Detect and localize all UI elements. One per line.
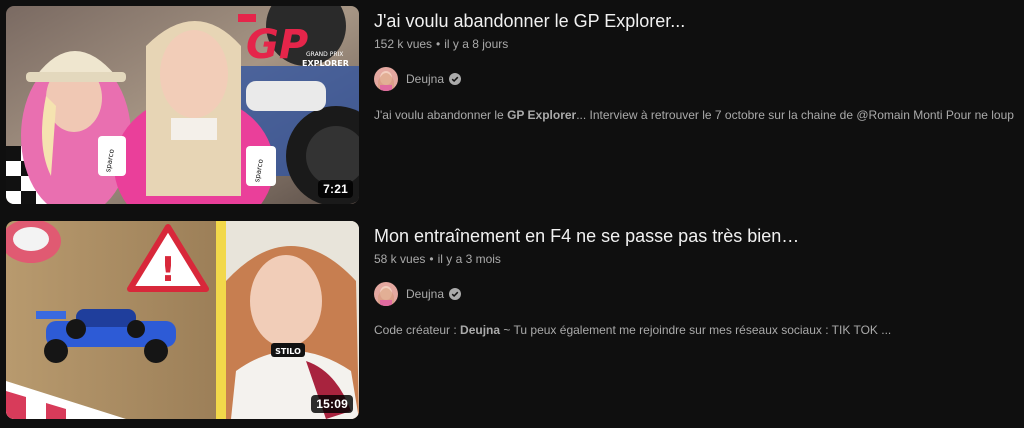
video-meta: Mon entraînement en F4 ne se passe pas t… (374, 221, 1014, 419)
video-description: Code créateur : Deujna ~ Tu peux égaleme… (374, 321, 1014, 339)
description-text: Code créateur : (374, 323, 461, 337)
svg-text:!: ! (160, 250, 176, 290)
channel-info: Deujna (374, 282, 1014, 306)
channel-name[interactable]: Deujna (406, 72, 444, 86)
stats-separator: • (436, 37, 441, 51)
stats-separator: • (429, 252, 434, 266)
description-text: J'ai voulu abandonner le (374, 108, 508, 122)
description-highlight: Deujna (460, 323, 501, 337)
video-thumbnail[interactable]: sparco sparco GP GRAND PRIX EXPLORER 7:2… (6, 6, 359, 204)
video-stats: 58 k vues • il y a 3 mois (374, 251, 1014, 267)
description-text: ... Interview à retrouver le 7 octobre s… (576, 108, 1014, 122)
video-stats: 152 k vues • il y a 8 jours (374, 36, 1014, 52)
thumbnail-image: sparco sparco GP GRAND PRIX EXPLORER (6, 6, 359, 204)
video-title[interactable]: Mon entraînement en F4 ne se passe pas t… (374, 224, 1014, 248)
description-text: ~ Tu peux également me rejoindre sur mes… (500, 323, 892, 337)
video-thumbnail[interactable]: ! STILO 15:09 (6, 221, 359, 419)
search-results: sparco sparco GP GRAND PRIX EXPLORER 7:2… (0, 0, 1024, 428)
video-result: sparco sparco GP GRAND PRIX EXPLORER 7:2… (6, 6, 1018, 204)
video-duration: 15:09 (311, 395, 353, 413)
channel-info: Deujna (374, 67, 1014, 91)
video-duration: 7:21 (318, 180, 353, 198)
channel-name[interactable]: Deujna (406, 287, 444, 301)
video-meta: J'ai voulu abandonner le GP Explorer... … (374, 6, 1014, 204)
verified-badge-icon (449, 73, 462, 85)
video-title[interactable]: J'ai voulu abandonner le GP Explorer... (374, 9, 1014, 33)
view-count: 152 k vues (374, 37, 433, 51)
upload-age: il y a 3 mois (437, 252, 501, 266)
channel-avatar[interactable] (374, 282, 398, 306)
video-result: ! STILO 15:09 Mon entraînement en F4 ne … (6, 221, 1018, 419)
view-count: 58 k vues (374, 252, 426, 266)
svg-text:EXPLORER: EXPLORER (302, 59, 349, 68)
channel-avatar[interactable] (374, 67, 398, 91)
upload-age: il y a 8 jours (444, 37, 509, 51)
thumb-helmet-badge: STILO (275, 347, 301, 356)
description-highlight: GP Explorer (507, 108, 577, 122)
verified-badge-icon (449, 288, 462, 300)
video-description: J'ai voulu abandonner le GP Explorer... … (374, 106, 1014, 124)
thumbnail-image: ! STILO (6, 221, 359, 419)
svg-text:GRAND PRIX: GRAND PRIX (306, 51, 343, 58)
svg-text:GP: GP (246, 22, 308, 68)
